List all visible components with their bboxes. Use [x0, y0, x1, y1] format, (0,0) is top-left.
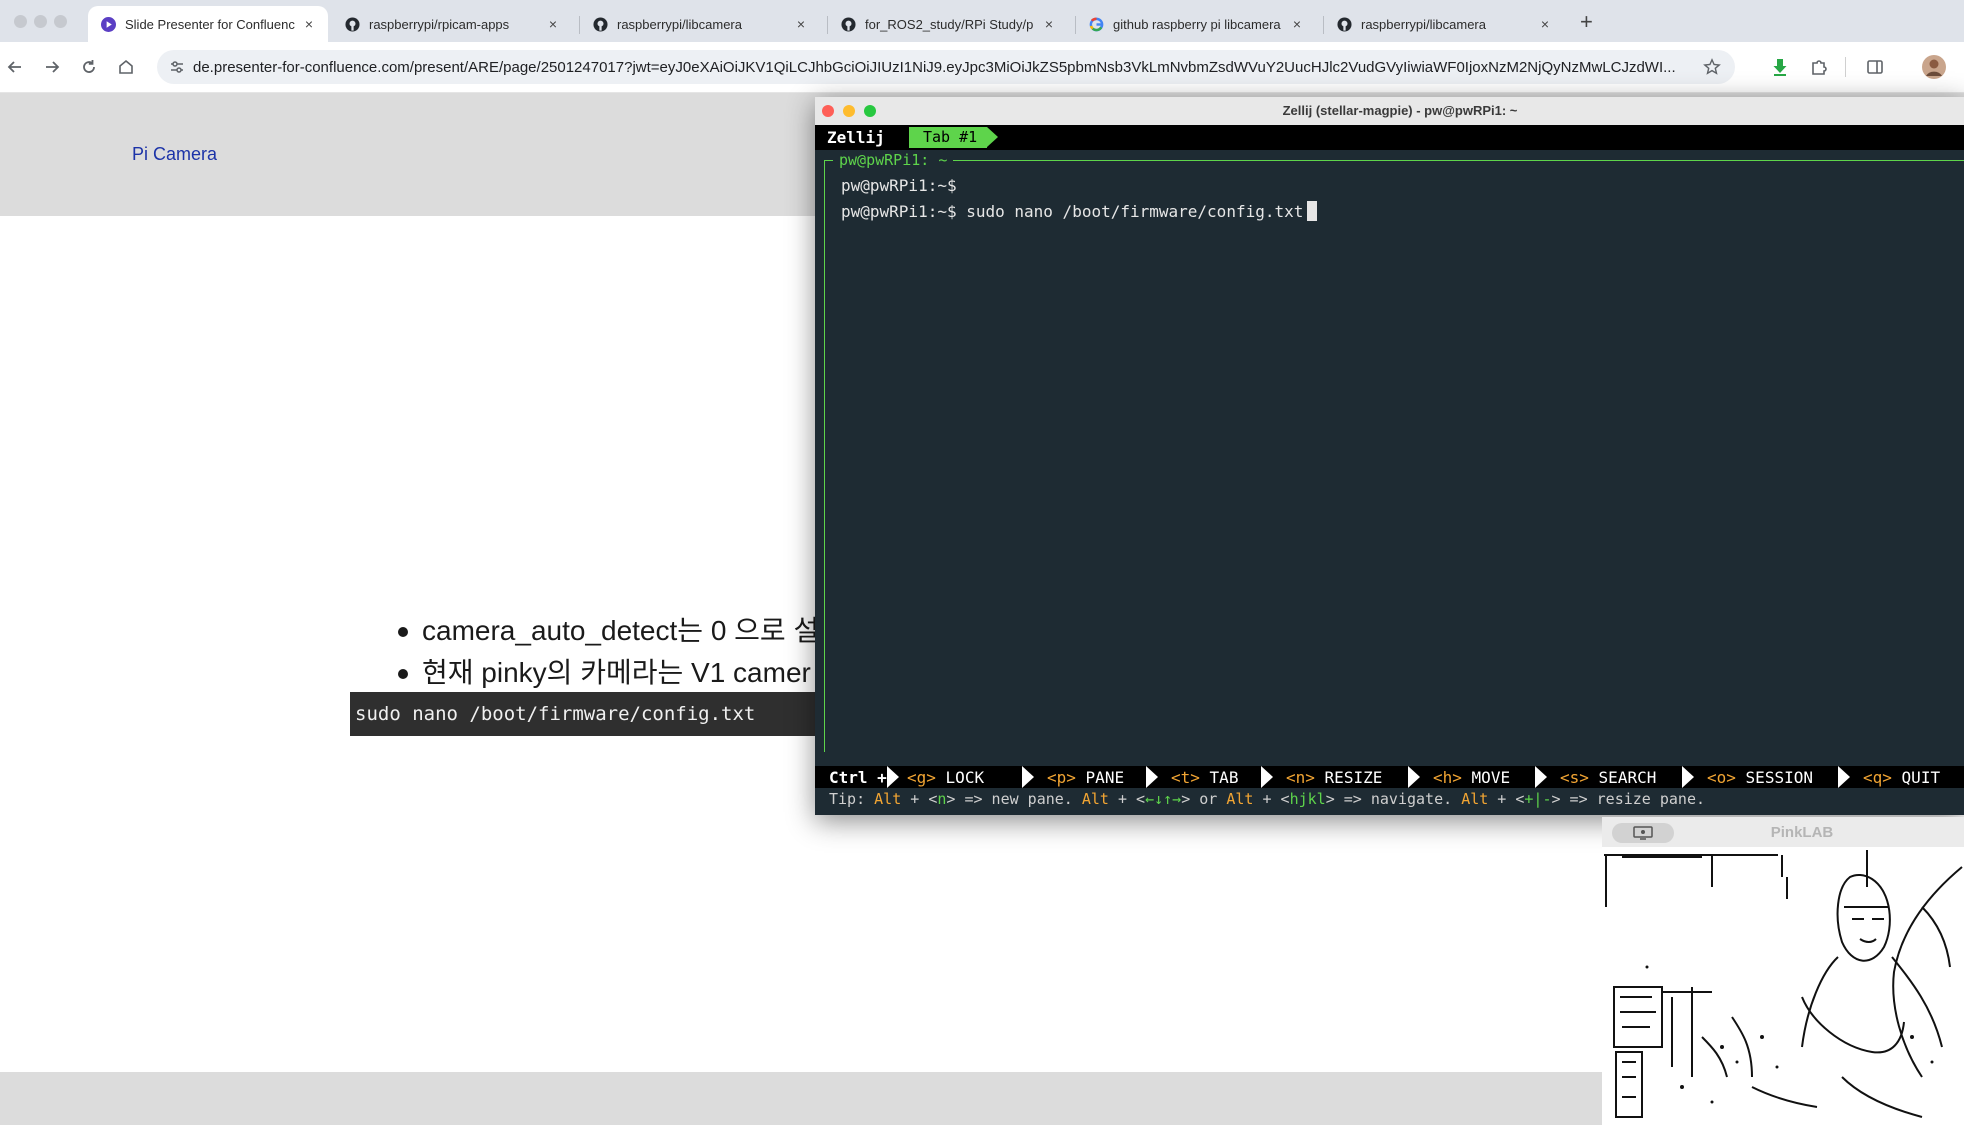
terminal-window-title: Zellij (stellar-magpie) - pw@pwRPi1: ~ — [1282, 103, 1518, 118]
status-item-move[interactable]: <h> MOVE — [1433, 768, 1510, 787]
back-button[interactable] — [2, 54, 28, 80]
status-item-resize[interactable]: <n> RESIZE — [1286, 768, 1382, 787]
status-separator — [1261, 766, 1273, 788]
zellij-app-name: Zellij — [827, 128, 885, 147]
browser-tab-ros2-study[interactable]: for_ROS2_study/RPi Study/p × — [828, 6, 1068, 42]
status-item-lock[interactable]: <g> LOCK — [907, 768, 984, 787]
zellij-tip-line: Tip: Alt + <n> => new pane. Alt + <←↓↑→>… — [815, 788, 1964, 812]
screen-share-button[interactable] — [1612, 823, 1674, 843]
terminal-line: pw@pwRPi1:~$ — [841, 176, 957, 195]
status-separator — [1408, 766, 1420, 788]
download-icon[interactable] — [1768, 55, 1792, 79]
browser-tab-rpicam-apps[interactable]: raspberrypi/rpicam-apps × — [332, 6, 572, 42]
status-separator — [1838, 766, 1850, 788]
reload-icon — [83, 60, 95, 73]
browser-tab-libcamera[interactable]: raspberrypi/libcamera × — [580, 6, 820, 42]
presenter-icon — [100, 16, 116, 32]
slide-bullet: 현재 pinky의 카메라는 V1 camer — [396, 652, 819, 694]
webcam-titlebar: PinkLAB — [1602, 817, 1964, 848]
webcam-sketch-image — [1602, 847, 1964, 1125]
tab-close-icon[interactable]: × — [1288, 16, 1306, 32]
bookmark-star-icon[interactable] — [1703, 58, 1721, 81]
github-icon — [1336, 16, 1352, 32]
tab-label: github raspberry pi libcamera — [1113, 16, 1281, 32]
browser-tab-libcamera-2[interactable]: raspberrypi/libcamera × — [1324, 6, 1564, 42]
tab-label: for_ROS2_study/RPi Study/p — [865, 16, 1034, 32]
webcam-title: PinkLAB — [1770, 824, 1834, 841]
browser-tab-google-search[interactable]: github raspberry pi libcamera × — [1076, 6, 1316, 42]
code-text: sudo nano /boot/firmware/config.txt — [355, 703, 756, 725]
tab-label: Slide Presenter for Confluenc — [125, 16, 295, 32]
monitor-icon — [1633, 826, 1653, 840]
tab-label: raspberrypi/libcamera — [1361, 16, 1486, 32]
forward-button[interactable] — [39, 54, 65, 80]
side-panel-icon[interactable] — [1863, 55, 1887, 79]
tab-label: raspberrypi/libcamera — [617, 16, 742, 32]
status-separator — [1146, 766, 1158, 788]
tip-text: Tip: Alt + <n> => new pane. Alt + <←↓↑→>… — [829, 790, 1706, 808]
status-separator — [1535, 766, 1547, 788]
browser-tab-bar: Slide Presenter for Confluenc × raspberr… — [0, 0, 1964, 42]
browser-toolbar: de.presenter-for-confluence.com/present/… — [0, 42, 1964, 93]
status-separator — [1682, 766, 1694, 788]
terminal-command: pw@pwRPi1:~$ sudo nano /boot/firmware/co… — [841, 202, 1304, 221]
site-settings-icon[interactable] — [169, 59, 185, 80]
tab-close-icon[interactable]: × — [544, 16, 562, 32]
browser-tab-slide-presenter[interactable]: Slide Presenter for Confluenc × — [88, 6, 328, 42]
text-cursor — [1307, 201, 1318, 221]
webcam-feed — [1602, 847, 1964, 1125]
pane-title: pw@pwRPi1: ~ — [833, 151, 954, 169]
arrow-right-icon — [46, 61, 60, 73]
address-bar[interactable]: de.presenter-for-confluence.com/present/… — [157, 50, 1735, 84]
webcam-window[interactable]: PinkLAB — [1602, 817, 1964, 1125]
terminal-window[interactable]: Zellij (stellar-magpie) - pw@pwRPi1: ~ Z… — [815, 97, 1964, 815]
window-zoom-button[interactable] — [54, 15, 67, 28]
new-tab-button[interactable]: + — [1580, 9, 1593, 35]
terminal-line: pw@pwRPi1:~$ sudo nano /boot/firmware/co… — [841, 201, 1318, 221]
tab-close-icon[interactable]: × — [1536, 16, 1554, 32]
zellij-tab-1[interactable]: Tab #1 — [909, 127, 999, 148]
zellij-status-bar: Ctrl + <g> LOCK <p> PANE <t> TAB <n> RES… — [815, 766, 1964, 788]
window-close-button[interactable] — [14, 15, 27, 28]
home-icon — [119, 59, 133, 74]
status-item-tab[interactable]: <t> TAB — [1171, 768, 1238, 787]
status-item-session[interactable]: <o> SESSION — [1707, 768, 1813, 787]
slide-title: Pi Camera — [132, 144, 218, 164]
terminal-titlebar[interactable]: Zellij (stellar-magpie) - pw@pwRPi1: ~ — [815, 97, 1964, 126]
status-ctrl-label: Ctrl + — [829, 768, 887, 787]
profile-avatar[interactable] — [1920, 53, 1948, 81]
status-separator — [887, 766, 899, 788]
url-text: de.presenter-for-confluence.com/present/… — [193, 59, 1676, 76]
status-item-search[interactable]: <s> SEARCH — [1560, 768, 1656, 787]
window-minimize-button[interactable] — [34, 15, 47, 28]
toolbar-divider — [1845, 57, 1846, 77]
slide-bullet: camera_auto_detect는 0 으로 설 — [396, 610, 819, 652]
slide-bullet-list: camera_auto_detect는 0 으로 설 현재 pinky의 카메라… — [396, 610, 819, 694]
github-icon — [840, 16, 856, 32]
github-icon — [592, 16, 608, 32]
google-icon — [1088, 16, 1104, 32]
status-item-quit[interactable]: <q> QUIT — [1863, 768, 1940, 787]
reload-button[interactable] — [76, 54, 102, 80]
slide-code-block: sudo nano /boot/firmware/config.txt — [350, 692, 820, 736]
tab-label: raspberrypi/rpicam-apps — [369, 16, 510, 32]
arrow-left-icon — [7, 61, 21, 73]
zellij-tab-bar: Zellij Tab #1 — [815, 125, 1964, 150]
tab-close-icon[interactable]: × — [1040, 16, 1058, 32]
extensions-icon[interactable] — [1807, 55, 1831, 79]
github-icon — [344, 16, 360, 32]
tab-close-icon[interactable]: × — [792, 16, 810, 32]
status-item-pane[interactable]: <p> PANE — [1047, 768, 1124, 787]
tab-close-icon[interactable]: × — [300, 16, 318, 32]
home-button[interactable] — [113, 54, 139, 80]
status-separator — [1022, 766, 1034, 788]
terminal-pane[interactable]: pw@pwRPi1: ~ pw@pwRPi1:~$ pw@pwRPi1:~$ s… — [824, 151, 1964, 752]
